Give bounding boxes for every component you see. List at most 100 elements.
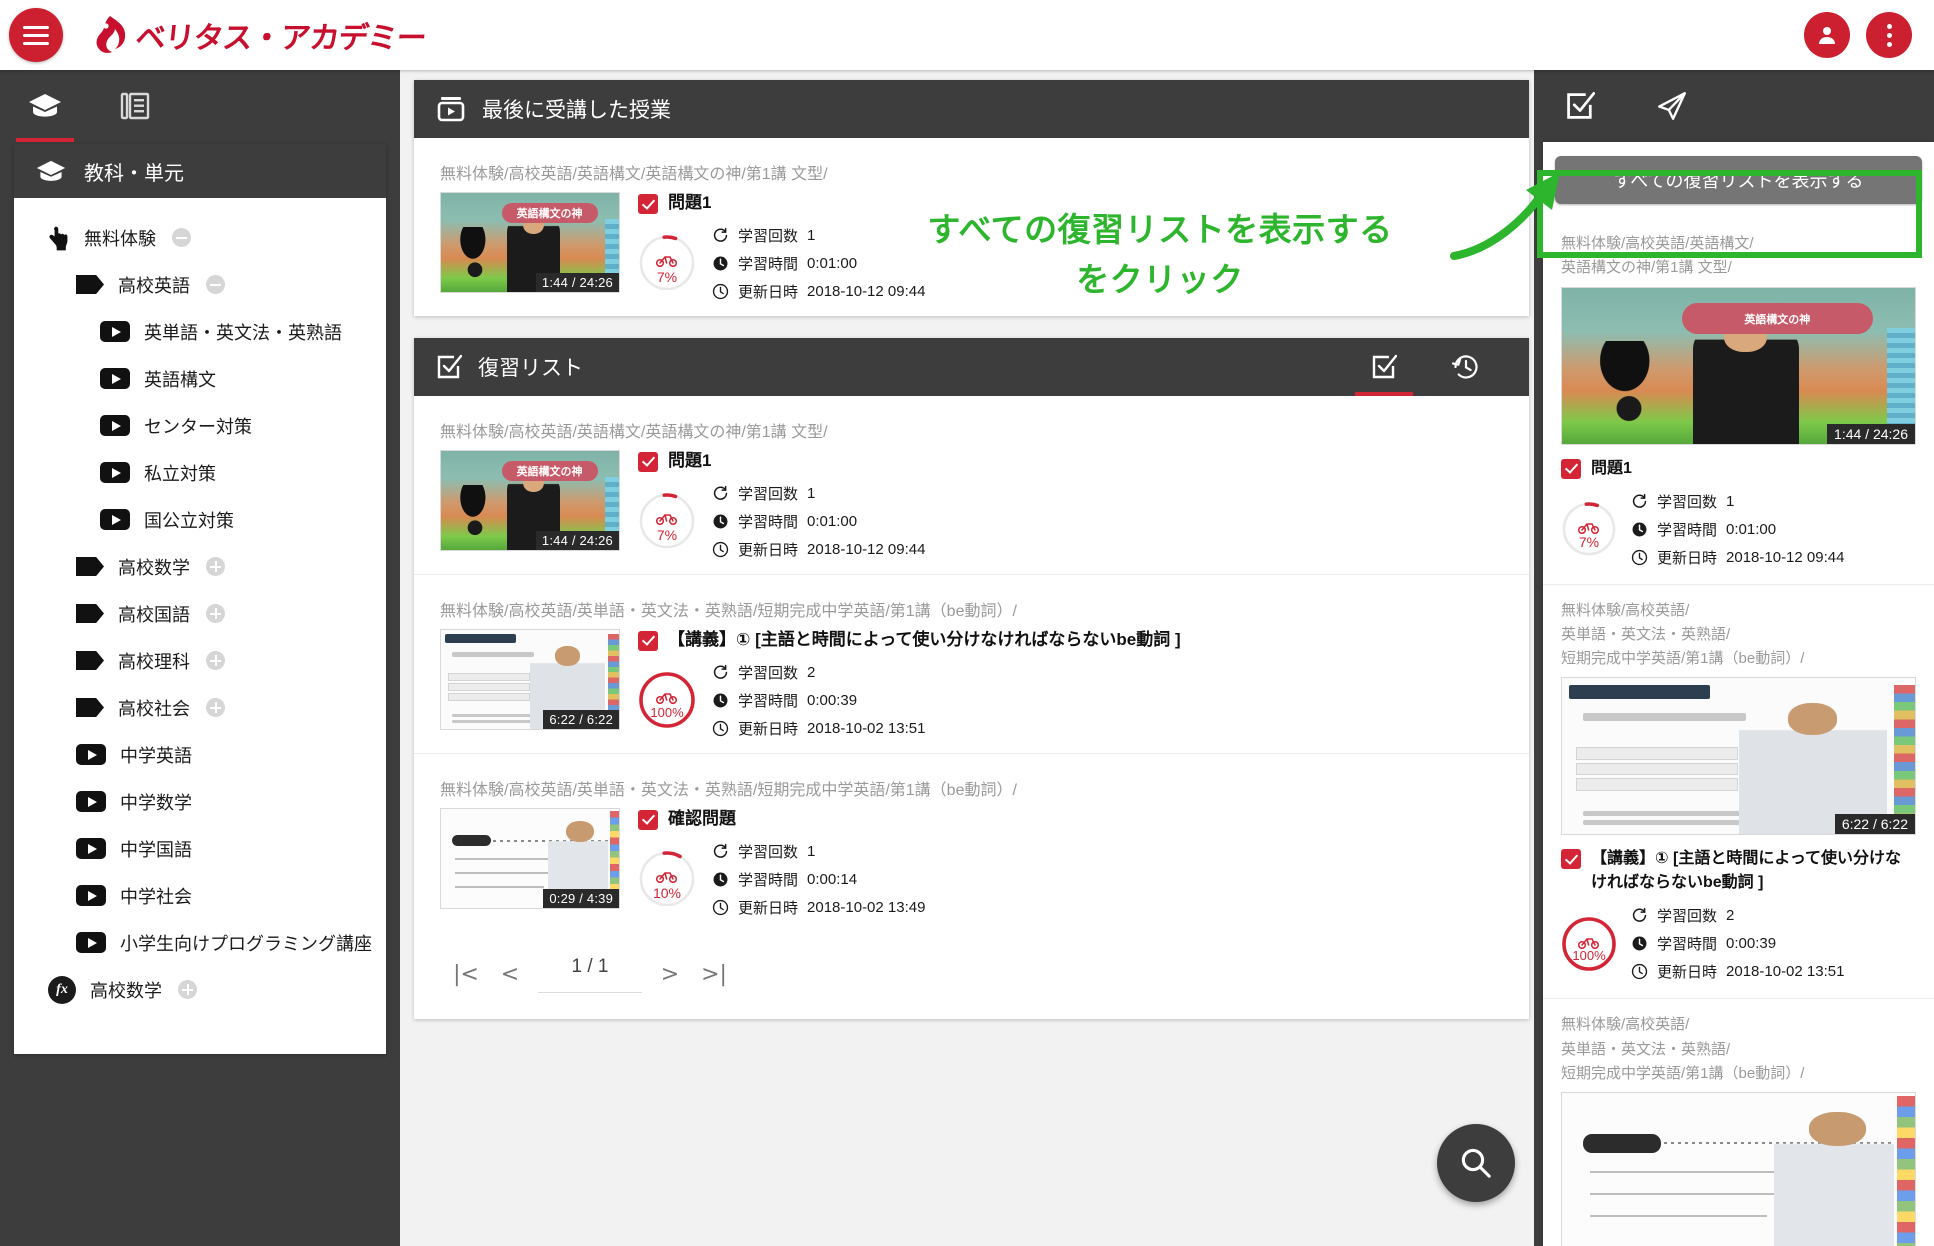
last-lesson-item[interactable]: 無料体験/高校英語/英語構文/英語構文の神/第1講 文型/ 英語構文の神 1:4…	[414, 138, 1529, 316]
kebab-menu-icon[interactable]	[1866, 12, 1912, 58]
expand-toggle-icon[interactable]	[206, 604, 225, 623]
review-list-item[interactable]: 無料体験/高校英語/英語構文/英語構文の神/第1講 文型/英語構文の神 1:44 …	[414, 396, 1529, 575]
bicycle-icon	[1561, 520, 1617, 535]
sidebar-tree-item[interactable]: 高校英語	[14, 261, 386, 308]
review-checkbox[interactable]	[1561, 458, 1581, 479]
lesson-thumbnail[interactable]: 6:22 / 6:22	[1561, 677, 1916, 836]
right-review-item[interactable]: 無料体験/高校英語/英単語・英文法・英熟語/短期完成中学英語/第1講（be動詞）…	[1543, 585, 1934, 1000]
expand-toggle-icon[interactable]	[206, 557, 225, 576]
first-page-icon[interactable]: |<	[444, 956, 488, 992]
sidebar-tree-item[interactable]: 高校理科	[14, 637, 386, 684]
sidebar-tree-item[interactable]: 中学英語	[14, 731, 386, 778]
breadcrumb-line: 英単語・英文法・英熟語/	[1561, 625, 1731, 643]
hamburger-icon[interactable]	[9, 8, 63, 62]
stat-row: 学習回数 2	[712, 662, 925, 683]
sidebar-tree-label: 英語構文	[144, 369, 216, 390]
review-checkbox[interactable]	[638, 194, 658, 214]
expand-toggle-icon[interactable]	[206, 651, 225, 670]
review-list-title: 復習リスト	[478, 356, 583, 380]
top-bar: ベリタス・アカデミー	[0, 0, 1934, 70]
sidebar-tree-item[interactable]: 中学社会	[14, 872, 386, 919]
lesson-thumbnail[interactable]: 英語構文の神 1:44 / 24:26	[440, 449, 620, 551]
stat-row: 更新日時 2018-10-02 13:49	[712, 897, 925, 918]
sidebar-tree-label: 私立対策	[144, 463, 216, 484]
sidebar-tree-item[interactable]: 国公立対策	[14, 496, 386, 543]
stat-value: 2	[1726, 907, 1735, 925]
review-checkbox[interactable]	[638, 451, 658, 472]
search-fab-button[interactable]	[1437, 1124, 1515, 1202]
history-icon	[1452, 355, 1478, 379]
breadcrumb: 無料体験/高校英語/英語構文/英語構文の神/第1講 文型/	[440, 166, 828, 183]
person-icon[interactable]	[1804, 12, 1850, 58]
lesson-thumbnail[interactable]: 6:22 / 6:22	[440, 628, 620, 730]
stat-label: 更新日時	[1657, 964, 1718, 982]
thumbnail-caption: 英語構文の神	[501, 202, 598, 223]
collapse-toggle-icon[interactable]	[172, 228, 191, 247]
sidebar-tree-item[interactable]: 高校社会	[14, 684, 386, 731]
right-tab-send[interactable]	[1626, 70, 1718, 142]
subject-tree-header: 教科・単元	[14, 144, 386, 198]
sidebar-tree-item[interactable]: 無料体験	[14, 214, 386, 261]
sidebar-tree-label: 中学社会	[120, 886, 192, 907]
sidebar-tree-item[interactable]: 中学数学	[14, 778, 386, 825]
sidebar-tree-item[interactable]: センター対策	[14, 402, 386, 449]
review-list-item[interactable]: 無料体験/高校英語/英単語・英文法・英熟語/短期完成中学英語/第1講（be動詞）…	[414, 575, 1529, 754]
stat-value: 0:01:00	[807, 512, 858, 530]
lesson-thumbnail[interactable]: 英語構文の神 1:44 / 24:26	[1561, 286, 1916, 445]
sidebar-tree-item[interactable]: 高校国語	[14, 590, 386, 637]
expand-toggle-icon[interactable]	[178, 980, 197, 999]
sidebar-tree-item[interactable]: fx 高校数学	[14, 966, 386, 1013]
stat-label: 学習時間	[1657, 936, 1718, 954]
graduation-cap-icon	[36, 160, 66, 181]
stat-row: 学習時間 0:00:39	[712, 690, 925, 711]
collapse-toggle-icon[interactable]	[206, 275, 225, 294]
right-review-item[interactable]: 無料体験/高校英語/英単語・英文法・英熟語/短期完成中学英語/第1講（be動詞）…	[1543, 999, 1934, 1246]
stat-value: 2018-10-12 09:44	[807, 540, 926, 558]
tab-history[interactable]	[1425, 338, 1507, 396]
lesson-thumbnail[interactable]: 0:29 / 4:39	[440, 807, 620, 909]
lesson-title: 問題1	[1591, 459, 1632, 477]
breadcrumb: 無料体験/高校英語/英単語・英文法・英熟語/短期完成中学英語/第1講（be動詞）…	[440, 602, 1017, 620]
chevron-right-icon[interactable]: >	[648, 956, 692, 992]
stat-label: 学習回数	[738, 843, 799, 861]
chevron-left-icon[interactable]: <	[488, 956, 532, 992]
video-timecode: 1:44 / 24:26	[535, 530, 619, 550]
thumbnail-caption: 英語構文の神	[501, 460, 598, 481]
review-checkbox[interactable]	[638, 630, 658, 651]
stat-row: 学習時間 0:00:14	[712, 869, 925, 890]
last-page-icon[interactable]: >|	[692, 956, 736, 992]
lesson-stats: 学習回数 1 学習時間 0:01:00 更新日時 2018-10-12 09:44	[712, 483, 925, 560]
video-icon	[100, 462, 130, 483]
main-content: 最後に受講した授業 無料体験/高校英語/英語構文/英語構文の神/第1講 文型/ …	[414, 80, 1529, 1041]
sidebar-tab-documents[interactable]	[90, 70, 180, 142]
lesson-thumbnail[interactable]	[1561, 1092, 1916, 1246]
sidebar-tabs	[0, 70, 400, 142]
sidebar-tree-item[interactable]: 高校数学	[14, 543, 386, 590]
app-root: ベリタス・アカデミー 教科・単元 無料体験 高校英語 英単語・英文法・英熟語 英…	[0, 0, 1934, 1246]
clock-outline-icon	[1631, 549, 1648, 565]
sidebar-tree-item[interactable]: 英語構文	[14, 355, 386, 402]
video-timecode: 6:22 / 6:22	[1834, 814, 1915, 835]
stat-label: 学習時間	[738, 871, 799, 889]
right-tab-checklist[interactable]	[1534, 70, 1626, 142]
sidebar-tree-item[interactable]: 小学生向けプログラミング講座	[14, 919, 386, 966]
right-review-item[interactable]: 無料体験/高校英語/英語構文/英語構文の神/第1講 文型/英語構文の神 1:44 …	[1543, 218, 1934, 585]
expand-toggle-icon[interactable]	[206, 698, 225, 717]
lesson-thumbnail[interactable]: 英語構文の神 1:44 / 24:26	[440, 192, 620, 293]
review-checkbox[interactable]	[638, 809, 658, 830]
tab-checklist[interactable]	[1343, 338, 1425, 396]
video-icon	[76, 838, 106, 859]
show-all-review-list-button[interactable]: すべての復習リストを表示する	[1555, 156, 1922, 204]
sidebar-tree-item[interactable]: 私立対策	[14, 449, 386, 496]
lesson-stats: 学習回数 2 学習時間 0:00:39 更新日時 2018-10-02 13:51	[712, 662, 925, 739]
clock-outline-icon	[1631, 964, 1648, 980]
video-icon	[100, 368, 130, 389]
sidebar-tree-item[interactable]: 英単語・英文法・英熟語	[14, 308, 386, 355]
sidebar-tree-item[interactable]: 中学国語	[14, 825, 386, 872]
review-checkbox[interactable]	[1561, 849, 1581, 870]
review-list-item[interactable]: 無料体験/高校英語/英単語・英文法・英熟語/短期完成中学英語/第1講（be動詞）…	[414, 754, 1529, 932]
stat-row: 学習回数 2	[1631, 905, 1844, 926]
video-icon	[76, 744, 106, 765]
breadcrumb-line: 英語構文の神/第1講 文型/	[1561, 259, 1732, 277]
sidebar-tab-subjects[interactable]	[0, 70, 90, 142]
